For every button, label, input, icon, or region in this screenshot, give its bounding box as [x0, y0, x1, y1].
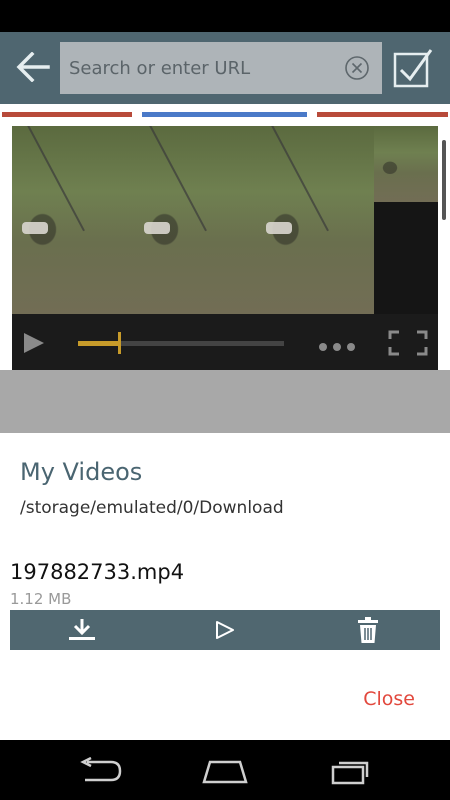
tabs-indicator-strip	[0, 104, 450, 124]
fullscreen-button[interactable]	[388, 330, 428, 356]
video-controls	[12, 314, 438, 370]
dialog-title: My Videos	[20, 458, 143, 486]
browser-toolbar	[0, 32, 450, 104]
recents-icon	[331, 761, 369, 785]
status-bar	[0, 0, 450, 32]
play-icon	[24, 333, 44, 353]
file-name[interactable]: 197882733.mp4	[10, 560, 184, 584]
my-videos-dialog: My Videos /storage/emulated/0/Download 1…	[0, 433, 450, 740]
confirm-button[interactable]	[393, 46, 435, 90]
tab-indicator-2[interactable]	[142, 112, 307, 117]
seek-bar[interactable]	[78, 332, 284, 354]
nav-home-button[interactable]	[195, 754, 255, 788]
play-file-button[interactable]	[153, 610, 296, 650]
page-scrollbar[interactable]	[442, 140, 446, 220]
video-frame	[134, 126, 256, 314]
close-button[interactable]: Close	[363, 688, 415, 710]
web-page-area	[0, 124, 450, 370]
download-icon	[68, 619, 95, 640]
play-button[interactable]	[22, 332, 46, 354]
trash-icon	[357, 617, 378, 643]
system-navigation-bar	[0, 740, 450, 800]
video-player[interactable]	[12, 126, 438, 370]
tab-indicator-3[interactable]	[317, 112, 448, 117]
download-path: /storage/emulated/0/Download	[20, 498, 284, 518]
video-frame	[256, 126, 374, 314]
more-dots-icon	[319, 343, 355, 351]
download-button[interactable]	[10, 610, 153, 650]
seek-progress	[78, 341, 120, 346]
play-outline-icon	[215, 621, 234, 639]
seek-thumb[interactable]	[117, 332, 121, 354]
fullscreen-icon	[388, 330, 428, 356]
checkbox-icon	[393, 49, 433, 88]
circle-x-icon	[345, 56, 369, 80]
dialog-scrim	[0, 370, 450, 433]
arrow-left-icon	[16, 52, 50, 82]
file-size: 1.12 MB	[10, 590, 72, 608]
url-bar	[60, 42, 382, 94]
delete-file-button[interactable]	[296, 610, 439, 650]
video-frame	[12, 126, 134, 314]
back-button[interactable]	[10, 44, 56, 90]
nav-recents-button[interactable]	[320, 754, 380, 788]
file-actions-bar	[10, 610, 440, 650]
nav-back-icon	[80, 757, 122, 782]
home-icon	[202, 760, 248, 784]
video-frame	[374, 126, 438, 202]
nav-back-button[interactable]	[70, 754, 130, 788]
url-input[interactable]	[67, 56, 341, 80]
tab-indicator-1[interactable]	[2, 112, 132, 117]
clear-url-button[interactable]	[344, 55, 370, 81]
more-options-button[interactable]	[318, 338, 358, 351]
